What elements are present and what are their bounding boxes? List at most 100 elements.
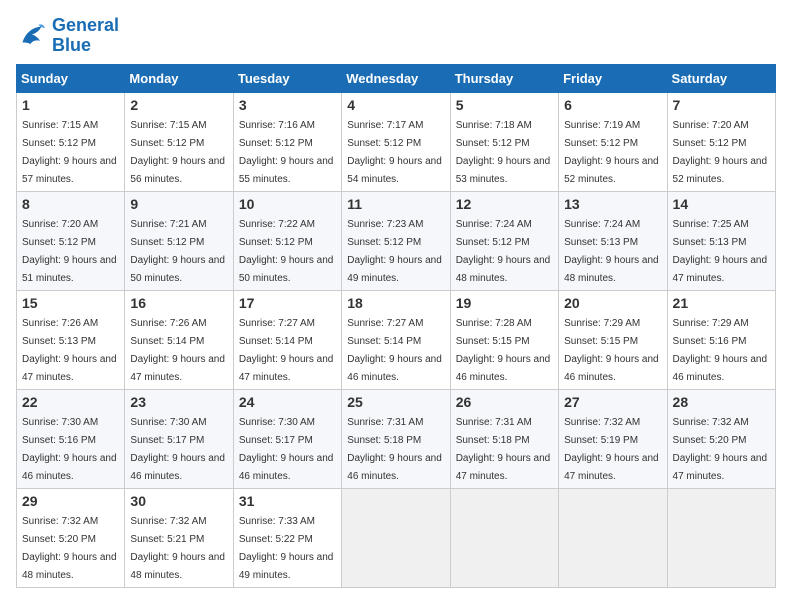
day-info: Sunrise: 7:15 AMSunset: 5:12 PMDaylight:… [22, 120, 117, 185]
calendar-cell [450, 488, 558, 587]
calendar-table: SundayMondayTuesdayWednesdayThursdayFrid… [16, 64, 776, 588]
day-number: 20 [564, 295, 661, 311]
calendar-cell: 30 Sunrise: 7:32 AMSunset: 5:21 PMDaylig… [125, 488, 233, 587]
day-info: Sunrise: 7:18 AMSunset: 5:12 PMDaylight:… [456, 120, 551, 185]
calendar-cell: 10 Sunrise: 7:22 AMSunset: 5:12 PMDaylig… [233, 191, 341, 290]
weekday-header-wednesday: Wednesday [342, 64, 450, 92]
day-number: 21 [673, 295, 770, 311]
weekday-header-thursday: Thursday [450, 64, 558, 92]
calendar-cell: 27 Sunrise: 7:32 AMSunset: 5:19 PMDaylig… [559, 389, 667, 488]
day-number: 3 [239, 97, 336, 113]
calendar-cell: 3 Sunrise: 7:16 AMSunset: 5:12 PMDayligh… [233, 92, 341, 191]
day-number: 18 [347, 295, 444, 311]
calendar-week-row: 22 Sunrise: 7:30 AMSunset: 5:16 PMDaylig… [17, 389, 776, 488]
calendar-cell: 9 Sunrise: 7:21 AMSunset: 5:12 PMDayligh… [125, 191, 233, 290]
calendar-cell: 2 Sunrise: 7:15 AMSunset: 5:12 PMDayligh… [125, 92, 233, 191]
day-info: Sunrise: 7:22 AMSunset: 5:12 PMDaylight:… [239, 219, 334, 284]
day-number: 16 [130, 295, 227, 311]
page-header: General Blue [16, 16, 776, 56]
day-info: Sunrise: 7:15 AMSunset: 5:12 PMDaylight:… [130, 120, 225, 185]
calendar-cell: 21 Sunrise: 7:29 AMSunset: 5:16 PMDaylig… [667, 290, 775, 389]
day-info: Sunrise: 7:26 AMSunset: 5:13 PMDaylight:… [22, 318, 117, 383]
day-number: 12 [456, 196, 553, 212]
day-info: Sunrise: 7:29 AMSunset: 5:15 PMDaylight:… [564, 318, 659, 383]
day-info: Sunrise: 7:31 AMSunset: 5:18 PMDaylight:… [347, 417, 442, 482]
calendar-cell: 20 Sunrise: 7:29 AMSunset: 5:15 PMDaylig… [559, 290, 667, 389]
day-number: 8 [22, 196, 119, 212]
weekday-header-sunday: Sunday [17, 64, 125, 92]
day-number: 10 [239, 196, 336, 212]
calendar-week-row: 29 Sunrise: 7:32 AMSunset: 5:20 PMDaylig… [17, 488, 776, 587]
calendar-cell: 7 Sunrise: 7:20 AMSunset: 5:12 PMDayligh… [667, 92, 775, 191]
day-info: Sunrise: 7:32 AMSunset: 5:20 PMDaylight:… [22, 516, 117, 581]
calendar-cell: 31 Sunrise: 7:33 AMSunset: 5:22 PMDaylig… [233, 488, 341, 587]
day-number: 7 [673, 97, 770, 113]
day-number: 30 [130, 493, 227, 509]
calendar-cell: 16 Sunrise: 7:26 AMSunset: 5:14 PMDaylig… [125, 290, 233, 389]
day-info: Sunrise: 7:31 AMSunset: 5:18 PMDaylight:… [456, 417, 551, 482]
calendar-week-row: 8 Sunrise: 7:20 AMSunset: 5:12 PMDayligh… [17, 191, 776, 290]
day-number: 13 [564, 196, 661, 212]
day-number: 5 [456, 97, 553, 113]
calendar-cell: 18 Sunrise: 7:27 AMSunset: 5:14 PMDaylig… [342, 290, 450, 389]
day-number: 11 [347, 196, 444, 212]
day-number: 19 [456, 295, 553, 311]
day-info: Sunrise: 7:19 AMSunset: 5:12 PMDaylight:… [564, 120, 659, 185]
calendar-cell: 5 Sunrise: 7:18 AMSunset: 5:12 PMDayligh… [450, 92, 558, 191]
logo-bird-icon [16, 20, 48, 52]
calendar-cell: 12 Sunrise: 7:24 AMSunset: 5:12 PMDaylig… [450, 191, 558, 290]
calendar-cell: 11 Sunrise: 7:23 AMSunset: 5:12 PMDaylig… [342, 191, 450, 290]
calendar-cell: 15 Sunrise: 7:26 AMSunset: 5:13 PMDaylig… [17, 290, 125, 389]
day-info: Sunrise: 7:26 AMSunset: 5:14 PMDaylight:… [130, 318, 225, 383]
day-number: 25 [347, 394, 444, 410]
day-info: Sunrise: 7:16 AMSunset: 5:12 PMDaylight:… [239, 120, 334, 185]
day-info: Sunrise: 7:28 AMSunset: 5:15 PMDaylight:… [456, 318, 551, 383]
weekday-header-monday: Monday [125, 64, 233, 92]
calendar-cell: 17 Sunrise: 7:27 AMSunset: 5:14 PMDaylig… [233, 290, 341, 389]
day-info: Sunrise: 7:32 AMSunset: 5:20 PMDaylight:… [673, 417, 768, 482]
day-info: Sunrise: 7:27 AMSunset: 5:14 PMDaylight:… [239, 318, 334, 383]
calendar-cell: 29 Sunrise: 7:32 AMSunset: 5:20 PMDaylig… [17, 488, 125, 587]
calendar-cell: 8 Sunrise: 7:20 AMSunset: 5:12 PMDayligh… [17, 191, 125, 290]
day-number: 14 [673, 196, 770, 212]
weekday-header-friday: Friday [559, 64, 667, 92]
day-info: Sunrise: 7:20 AMSunset: 5:12 PMDaylight:… [673, 120, 768, 185]
day-info: Sunrise: 7:20 AMSunset: 5:12 PMDaylight:… [22, 219, 117, 284]
calendar-cell: 24 Sunrise: 7:30 AMSunset: 5:17 PMDaylig… [233, 389, 341, 488]
day-number: 31 [239, 493, 336, 509]
day-info: Sunrise: 7:17 AMSunset: 5:12 PMDaylight:… [347, 120, 442, 185]
day-number: 15 [22, 295, 119, 311]
calendar-week-row: 1 Sunrise: 7:15 AMSunset: 5:12 PMDayligh… [17, 92, 776, 191]
day-info: Sunrise: 7:24 AMSunset: 5:12 PMDaylight:… [456, 219, 551, 284]
day-number: 17 [239, 295, 336, 311]
day-number: 23 [130, 394, 227, 410]
day-info: Sunrise: 7:30 AMSunset: 5:17 PMDaylight:… [130, 417, 225, 482]
calendar-cell: 4 Sunrise: 7:17 AMSunset: 5:12 PMDayligh… [342, 92, 450, 191]
day-number: 1 [22, 97, 119, 113]
day-info: Sunrise: 7:25 AMSunset: 5:13 PMDaylight:… [673, 219, 768, 284]
calendar-cell [342, 488, 450, 587]
calendar-cell: 23 Sunrise: 7:30 AMSunset: 5:17 PMDaylig… [125, 389, 233, 488]
day-number: 9 [130, 196, 227, 212]
weekday-header-row: SundayMondayTuesdayWednesdayThursdayFrid… [17, 64, 776, 92]
day-info: Sunrise: 7:32 AMSunset: 5:21 PMDaylight:… [130, 516, 225, 581]
logo: General Blue [16, 16, 119, 56]
calendar-cell: 19 Sunrise: 7:28 AMSunset: 5:15 PMDaylig… [450, 290, 558, 389]
day-info: Sunrise: 7:24 AMSunset: 5:13 PMDaylight:… [564, 219, 659, 284]
day-info: Sunrise: 7:32 AMSunset: 5:19 PMDaylight:… [564, 417, 659, 482]
day-info: Sunrise: 7:21 AMSunset: 5:12 PMDaylight:… [130, 219, 225, 284]
calendar-week-row: 15 Sunrise: 7:26 AMSunset: 5:13 PMDaylig… [17, 290, 776, 389]
day-info: Sunrise: 7:23 AMSunset: 5:12 PMDaylight:… [347, 219, 442, 284]
day-number: 6 [564, 97, 661, 113]
day-info: Sunrise: 7:30 AMSunset: 5:17 PMDaylight:… [239, 417, 334, 482]
calendar-cell [559, 488, 667, 587]
calendar-cell: 6 Sunrise: 7:19 AMSunset: 5:12 PMDayligh… [559, 92, 667, 191]
weekday-header-tuesday: Tuesday [233, 64, 341, 92]
weekday-header-saturday: Saturday [667, 64, 775, 92]
day-number: 29 [22, 493, 119, 509]
day-info: Sunrise: 7:27 AMSunset: 5:14 PMDaylight:… [347, 318, 442, 383]
day-info: Sunrise: 7:29 AMSunset: 5:16 PMDaylight:… [673, 318, 768, 383]
day-number: 22 [22, 394, 119, 410]
calendar-cell: 25 Sunrise: 7:31 AMSunset: 5:18 PMDaylig… [342, 389, 450, 488]
calendar-cell [667, 488, 775, 587]
